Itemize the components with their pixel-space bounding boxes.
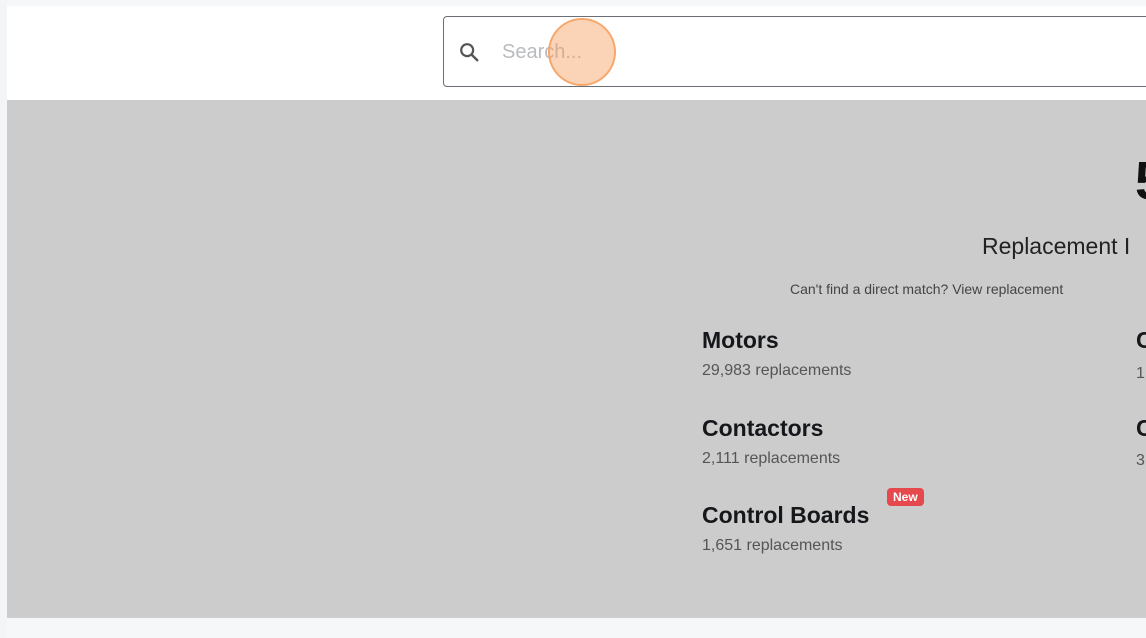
category-control-boards[interactable]: Control Boards New 1,651 replacements xyxy=(702,488,924,555)
search-box[interactable] xyxy=(443,16,1146,87)
category-name[interactable]: Contactors xyxy=(702,415,823,442)
hero-count: 5 xyxy=(1135,150,1146,212)
category-count: 29,983 replacements xyxy=(702,362,852,379)
search-icon xyxy=(460,43,479,62)
category-name[interactable]: Control Boards xyxy=(702,502,869,529)
hero-subtitle[interactable]: Can't find a direct match? View replacem… xyxy=(790,281,1063,297)
category-name[interactable]: Motors xyxy=(702,327,779,354)
header xyxy=(7,6,1146,100)
category-contactors[interactable]: Contactors 2,111 replacements xyxy=(702,415,840,468)
category-peek-count: 1 xyxy=(1136,365,1145,382)
new-badge: New xyxy=(887,488,924,506)
category-peek-count: 3 xyxy=(1136,452,1145,469)
hero-title: Replacement I xyxy=(982,233,1131,259)
category-motors[interactable]: Motors 29,983 replacements xyxy=(702,327,851,380)
category-count: 1,651 replacements xyxy=(702,537,843,554)
footer-strip xyxy=(7,618,1146,638)
category-count: 2,111 replacements xyxy=(702,450,841,467)
hero-section: 5 Replacement I Can't find a direct matc… xyxy=(7,100,1146,618)
category-peek-name[interactable]: C xyxy=(1136,415,1146,442)
app-frame: 5 Replacement I Can't find a direct matc… xyxy=(7,0,1146,638)
search-input[interactable] xyxy=(502,35,1122,69)
category-peek-name[interactable]: C xyxy=(1136,327,1146,354)
